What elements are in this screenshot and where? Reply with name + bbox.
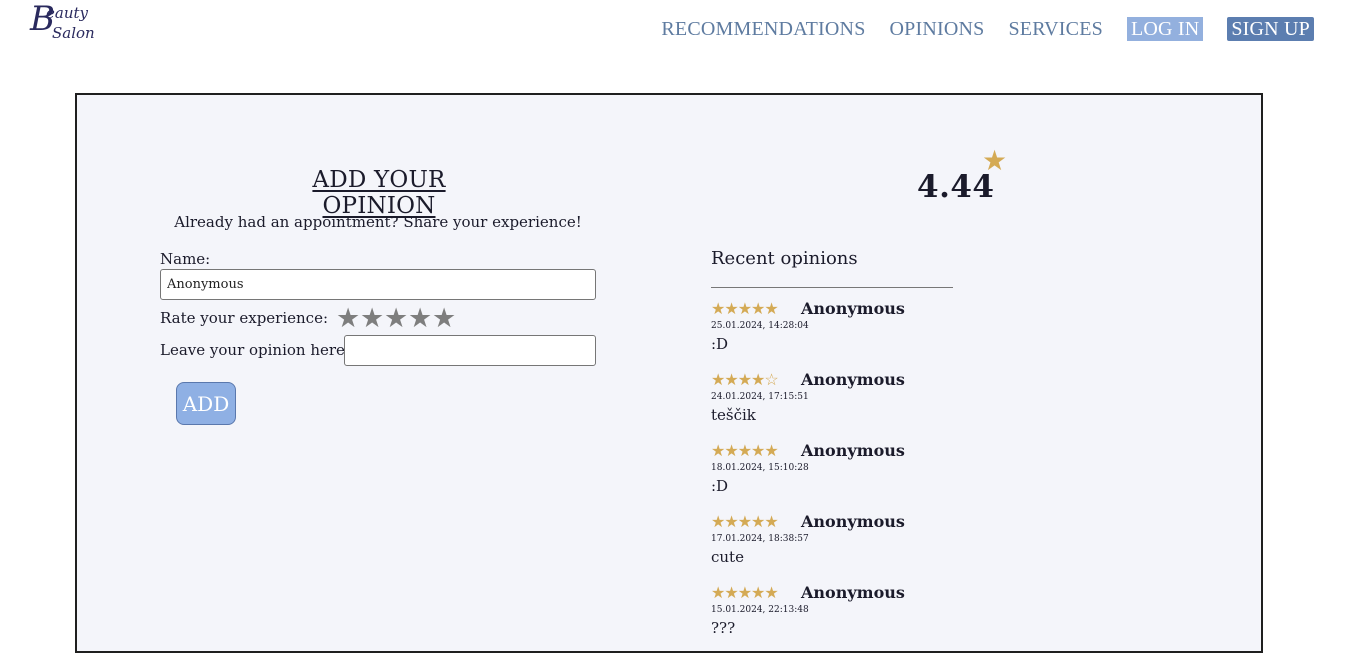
- rating-stars-icon: ★★★★★: [711, 441, 779, 460]
- add-button[interactable]: ADD: [176, 382, 236, 425]
- opinion-text: cute: [711, 548, 744, 566]
- opinion-date: 24.01.2024, 17:15:51: [711, 392, 809, 402]
- divider: [711, 287, 953, 288]
- opinion-author: Anonymous: [801, 512, 905, 531]
- list-item: ★★★★★ Anonymous 17.01.2024, 18:38:57 cut…: [711, 510, 1011, 581]
- opinion-text: teščik: [711, 406, 756, 424]
- rating-stars-icon: ★★★★★: [711, 512, 779, 531]
- list-item: ★★★★★ Anonymous 15.01.2024, 22:13:48 ???: [711, 581, 1011, 652]
- rating-stars-icon: ★★★★☆: [711, 370, 779, 389]
- form-subtitle: Already had an appointment? Share your e…: [174, 213, 582, 231]
- opinion-author: Anonymous: [801, 370, 905, 389]
- opinion-text: :D: [711, 477, 729, 495]
- opinion-input[interactable]: [344, 335, 596, 366]
- opinions-panel: ADD YOUR OPINION Already had an appointm…: [75, 93, 1263, 653]
- star-icon: ★: [982, 144, 1008, 177]
- list-item: ★★★★★ Anonymous 18.01.2024, 15:10:28 :D: [711, 439, 1011, 510]
- name-input[interactable]: [160, 269, 596, 300]
- logo-word-beauty: eauty: [46, 4, 88, 22]
- nav-recommendations[interactable]: RECOMMENDATIONS: [661, 17, 865, 41]
- nav-opinions[interactable]: OPINIONS: [890, 17, 985, 41]
- rating-star-2-icon[interactable]: ★: [360, 303, 384, 335]
- login-button[interactable]: LOG IN: [1126, 17, 1204, 41]
- logo-word-salon: Salon: [52, 24, 95, 42]
- form-title: ADD YOUR OPINION: [312, 167, 446, 219]
- main-nav: RECOMMENDATIONS OPINIONS SERVICES LOG IN…: [661, 17, 1314, 41]
- opinion-label: Leave your opinion here:: [160, 341, 350, 359]
- signup-button[interactable]: SIGN UP: [1227, 17, 1314, 41]
- opinion-text: ???: [711, 619, 736, 637]
- recent-opinions-title: Recent opinions: [711, 248, 858, 269]
- rating-star-1-icon[interactable]: ★: [336, 303, 360, 335]
- nav-services[interactable]: SERVICES: [1008, 17, 1102, 41]
- opinion-date: 25.01.2024, 14:28:04: [711, 321, 809, 331]
- opinion-date: 15.01.2024, 22:13:48: [711, 605, 809, 615]
- rating-star-3-icon[interactable]: ★: [384, 303, 408, 335]
- beauty-salon-logo[interactable]: B eauty Salon: [30, 2, 104, 50]
- rating-stars: ★ ★ ★ ★ ★: [336, 303, 456, 335]
- opinion-author: Anonymous: [801, 583, 905, 602]
- rate-label: Rate your experience:: [160, 309, 329, 327]
- opinion-date: 18.01.2024, 15:10:28: [711, 463, 809, 473]
- opinion-author: Anonymous: [801, 299, 905, 318]
- list-item: ★★★★★ Anonymous 25.01.2024, 14:28:04 :D: [711, 297, 1011, 368]
- rating-stars-icon: ★★★★★: [711, 299, 779, 318]
- recent-opinions-list: ★★★★★ Anonymous 25.01.2024, 14:28:04 :D …: [711, 297, 1011, 652]
- name-label: Name:: [160, 250, 211, 268]
- opinion-text: :D: [711, 335, 729, 353]
- list-item: ★★★★☆ Anonymous 24.01.2024, 17:15:51 teš…: [711, 368, 1011, 439]
- rating-star-5-icon[interactable]: ★: [432, 303, 456, 335]
- opinion-date: 17.01.2024, 18:38:57: [711, 534, 809, 544]
- opinion-author: Anonymous: [801, 441, 905, 460]
- rating-stars-icon: ★★★★★: [711, 583, 779, 602]
- rating-star-4-icon[interactable]: ★: [408, 303, 432, 335]
